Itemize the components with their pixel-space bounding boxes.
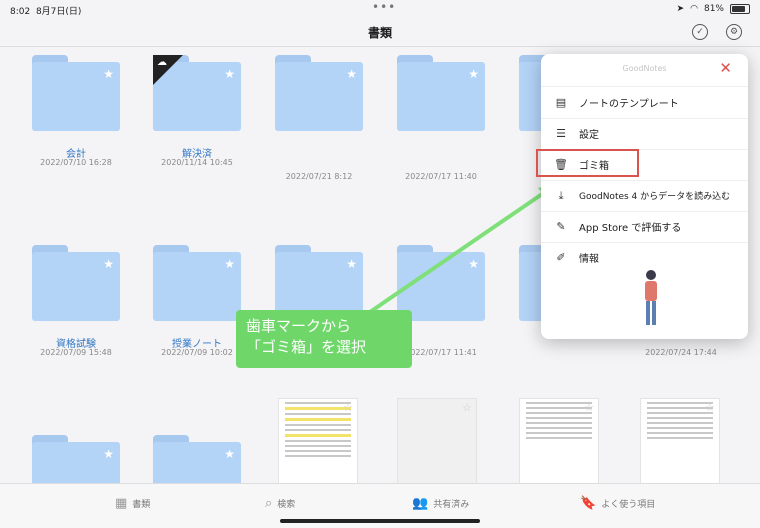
- tab-label: 共有済み: [433, 500, 470, 510]
- template-icon: ▤: [555, 96, 567, 109]
- grid-icon: ▦: [115, 496, 128, 511]
- tab-label: 検索: [277, 500, 296, 510]
- annotation-line-2: 「ゴミ箱」を選択: [246, 338, 367, 356]
- home-indicator[interactable]: [280, 519, 480, 523]
- tab-documents[interactable]: ▦ 書類: [115, 496, 150, 511]
- menu-item-import[interactable]: ⤓ GoodNotes 4 からデータを読み込む: [541, 180, 748, 212]
- tab-search[interactable]: ⌕ 検索: [265, 496, 295, 511]
- popover-header: GoodNotes ✕: [541, 54, 748, 87]
- menu-item-templates[interactable]: ▤ ノートのテンプレート: [541, 87, 748, 119]
- menu-item-settings[interactable]: ☰ 設定: [541, 118, 748, 150]
- menu-item-label: 情報: [579, 254, 599, 265]
- menu-item-label: GoodNotes 4 からデータを読み込む: [579, 192, 731, 202]
- info-icon: ✐: [556, 251, 566, 264]
- popover-title: GoodNotes: [622, 64, 667, 73]
- tab-label: よく使う項目: [601, 500, 656, 510]
- annotation-callout: 歯車マークから 「ゴミ箱」を選択: [236, 310, 412, 368]
- bookmark-icon: 🔖: [580, 496, 597, 511]
- tab-bar: ▦ 書類 ⌕ 検索 👥 共有済み 🔖 よく使う項目: [0, 483, 760, 528]
- menu-item-label: ノートのテンプレート: [579, 99, 679, 110]
- menu-item-label: 設定: [579, 130, 599, 141]
- people-icon: 👥: [412, 496, 429, 511]
- settings-popover: GoodNotes ✕ ▤ ノートのテンプレート ☰ 設定 🗑 ゴミ箱 ⤓ GoodNo…: [541, 54, 748, 339]
- import-icon: ⤓: [558, 188, 564, 202]
- menu-item-label: App Store で評価する: [579, 223, 682, 234]
- annotation-line-1: 歯車マークから: [246, 317, 352, 335]
- close-icon[interactable]: ✕: [719, 59, 732, 77]
- person-illustration: [645, 270, 657, 325]
- tab-favorites[interactable]: 🔖 よく使う項目: [580, 496, 655, 511]
- search-icon: ⌕: [265, 496, 273, 511]
- tab-shared[interactable]: 👥 共有済み: [412, 496, 469, 511]
- review-icon: ✎: [556, 220, 566, 233]
- trash-highlight-box: [536, 149, 639, 177]
- menu-item-review[interactable]: ✎ App Store で評価する: [541, 211, 748, 243]
- sliders-icon: ☰: [556, 127, 566, 140]
- tab-label: 書類: [132, 500, 151, 510]
